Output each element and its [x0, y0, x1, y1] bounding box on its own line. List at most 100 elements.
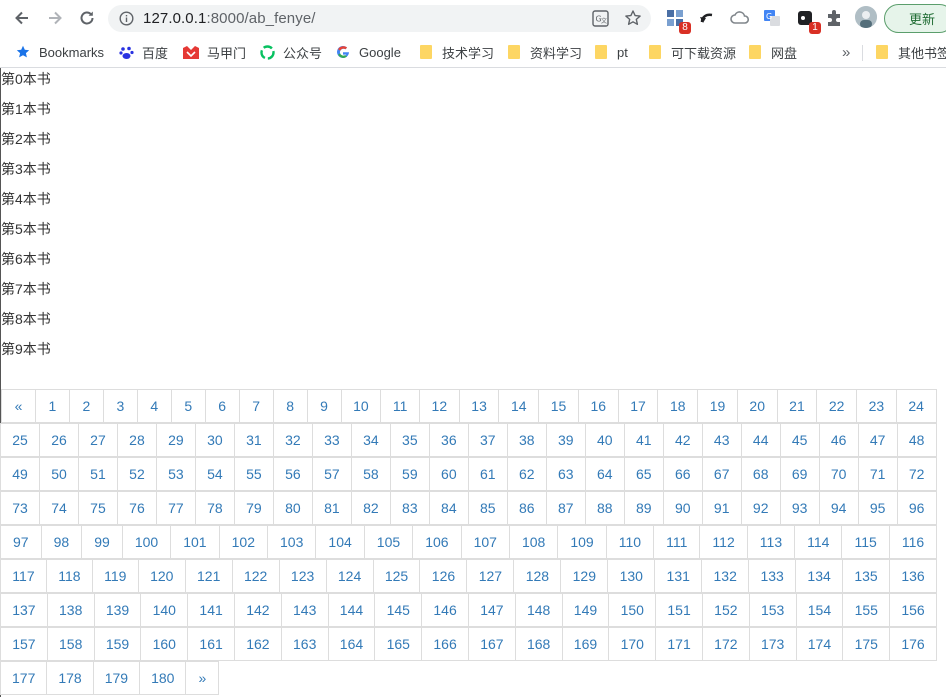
page-link[interactable]: 178: [46, 661, 94, 695]
page-link[interactable]: 30: [194, 423, 235, 457]
page-link[interactable]: 114: [794, 525, 843, 559]
page-link[interactable]: 151: [655, 593, 703, 627]
page-link[interactable]: 83: [389, 491, 430, 525]
page-link[interactable]: 94: [818, 491, 859, 525]
page-link[interactable]: 8: [272, 389, 308, 423]
bookmark-folder-netdisk[interactable]: 网盘: [747, 43, 797, 61]
page-link[interactable]: 58: [350, 457, 391, 491]
page-link[interactable]: 93: [779, 491, 820, 525]
page-link[interactable]: 71: [857, 457, 898, 491]
page-link[interactable]: 171: [655, 627, 703, 661]
page-link[interactable]: 123: [278, 559, 327, 593]
page-link[interactable]: 145: [374, 593, 423, 627]
page-link[interactable]: 78: [194, 491, 235, 525]
page-link[interactable]: 21: [776, 389, 818, 423]
page-link[interactable]: 65: [623, 457, 664, 491]
page-link[interactable]: 101: [170, 525, 220, 559]
page-link[interactable]: 61: [467, 457, 508, 491]
page-link[interactable]: 100: [121, 525, 172, 559]
page-link[interactable]: 170: [608, 627, 657, 661]
extension-translate-button[interactable]: G: [761, 7, 783, 29]
page-link[interactable]: 127: [466, 559, 515, 593]
page-link[interactable]: 46: [818, 423, 859, 457]
profile-avatar[interactable]: [855, 6, 877, 28]
extension-undo-button[interactable]: [696, 7, 718, 29]
extension-cloud-button[interactable]: [729, 7, 751, 29]
page-link[interactable]: 55: [233, 457, 274, 491]
page-link[interactable]: 152: [701, 593, 750, 627]
page-link[interactable]: 26: [38, 423, 79, 457]
bookmark-wechat[interactable]: 公众号: [259, 43, 322, 61]
page-link[interactable]: 13: [458, 389, 500, 423]
pagination-next-button[interactable]: »: [185, 661, 220, 695]
page-link[interactable]: 69: [779, 457, 820, 491]
page-link[interactable]: 22: [816, 389, 858, 423]
page-link[interactable]: 12: [418, 389, 460, 423]
page-link[interactable]: 132: [701, 559, 750, 593]
page-link[interactable]: 97: [0, 525, 42, 559]
page-link[interactable]: 85: [467, 491, 508, 525]
bookmark-folder-other[interactable]: 其他书签: [874, 43, 946, 61]
page-link[interactable]: 76: [116, 491, 157, 525]
page-link[interactable]: 86: [506, 491, 547, 525]
page-link[interactable]: 62: [506, 457, 547, 491]
bookmarks-overflow-chevron[interactable]: »: [842, 43, 850, 61]
page-link[interactable]: 15: [538, 389, 579, 423]
page-link[interactable]: 79: [233, 491, 274, 525]
page-link[interactable]: 11: [380, 389, 420, 423]
back-button[interactable]: [8, 4, 36, 32]
page-link[interactable]: 166: [421, 627, 469, 661]
page-link[interactable]: 168: [514, 627, 563, 661]
page-link[interactable]: 73: [0, 491, 40, 525]
page-link[interactable]: 106: [412, 525, 462, 559]
page-link[interactable]: 68: [740, 457, 781, 491]
page-link[interactable]: 98: [40, 525, 83, 559]
page-link[interactable]: 162: [233, 627, 282, 661]
page-link[interactable]: 90: [662, 491, 703, 525]
page-link[interactable]: 99: [81, 525, 123, 559]
page-link[interactable]: 33: [311, 423, 352, 457]
page-link[interactable]: 148: [514, 593, 563, 627]
page-link[interactable]: 25: [0, 423, 40, 457]
page-link[interactable]: 164: [327, 627, 376, 661]
page-link[interactable]: 47: [857, 423, 898, 457]
page-link[interactable]: 120: [137, 559, 186, 593]
page-link[interactable]: 59: [389, 457, 430, 491]
page-link[interactable]: 134: [795, 559, 844, 593]
page-link[interactable]: 175: [842, 627, 891, 661]
page-link[interactable]: 16: [577, 389, 619, 423]
page-link[interactable]: 84: [428, 491, 469, 525]
page-link[interactable]: 135: [842, 559, 891, 593]
page-link[interactable]: 28: [116, 423, 157, 457]
page-link[interactable]: 4: [136, 389, 172, 423]
page-link[interactable]: 23: [856, 389, 897, 423]
page-link[interactable]: 34: [350, 423, 391, 457]
page-link[interactable]: 91: [701, 491, 742, 525]
bookmark-folder-pt[interactable]: pt: [593, 43, 628, 61]
page-link[interactable]: 74: [38, 491, 79, 525]
page-link[interactable]: 107: [460, 525, 510, 559]
page-link[interactable]: 37: [467, 423, 508, 457]
address-bar[interactable]: 127.0.0.1:8000/ab_fenye/ G文: [108, 5, 651, 32]
page-link[interactable]: 157: [0, 627, 48, 661]
page-link[interactable]: 124: [325, 559, 374, 593]
page-link[interactable]: 9: [306, 389, 342, 423]
page-link[interactable]: 105: [363, 525, 414, 559]
forward-button[interactable]: [41, 4, 69, 32]
page-link[interactable]: 154: [795, 593, 844, 627]
extension-grid-button[interactable]: 8: [664, 7, 691, 34]
page-link[interactable]: 35: [389, 423, 430, 457]
bookmark-folder-downloads[interactable]: 可下载资源: [647, 43, 736, 61]
page-link[interactable]: 125: [372, 559, 421, 593]
page-link[interactable]: 103: [267, 525, 317, 559]
page-link[interactable]: 180: [139, 661, 187, 695]
extensions-menu-button[interactable]: [823, 7, 845, 29]
page-link[interactable]: 41: [623, 423, 664, 457]
page-link[interactable]: 110: [605, 525, 655, 559]
page-link[interactable]: 24: [895, 389, 937, 423]
page-link[interactable]: 50: [38, 457, 79, 491]
bookmark-star-icon[interactable]: [624, 9, 642, 27]
page-link[interactable]: 75: [77, 491, 118, 525]
page-link[interactable]: 67: [701, 457, 742, 491]
page-link[interactable]: 72: [896, 457, 937, 491]
